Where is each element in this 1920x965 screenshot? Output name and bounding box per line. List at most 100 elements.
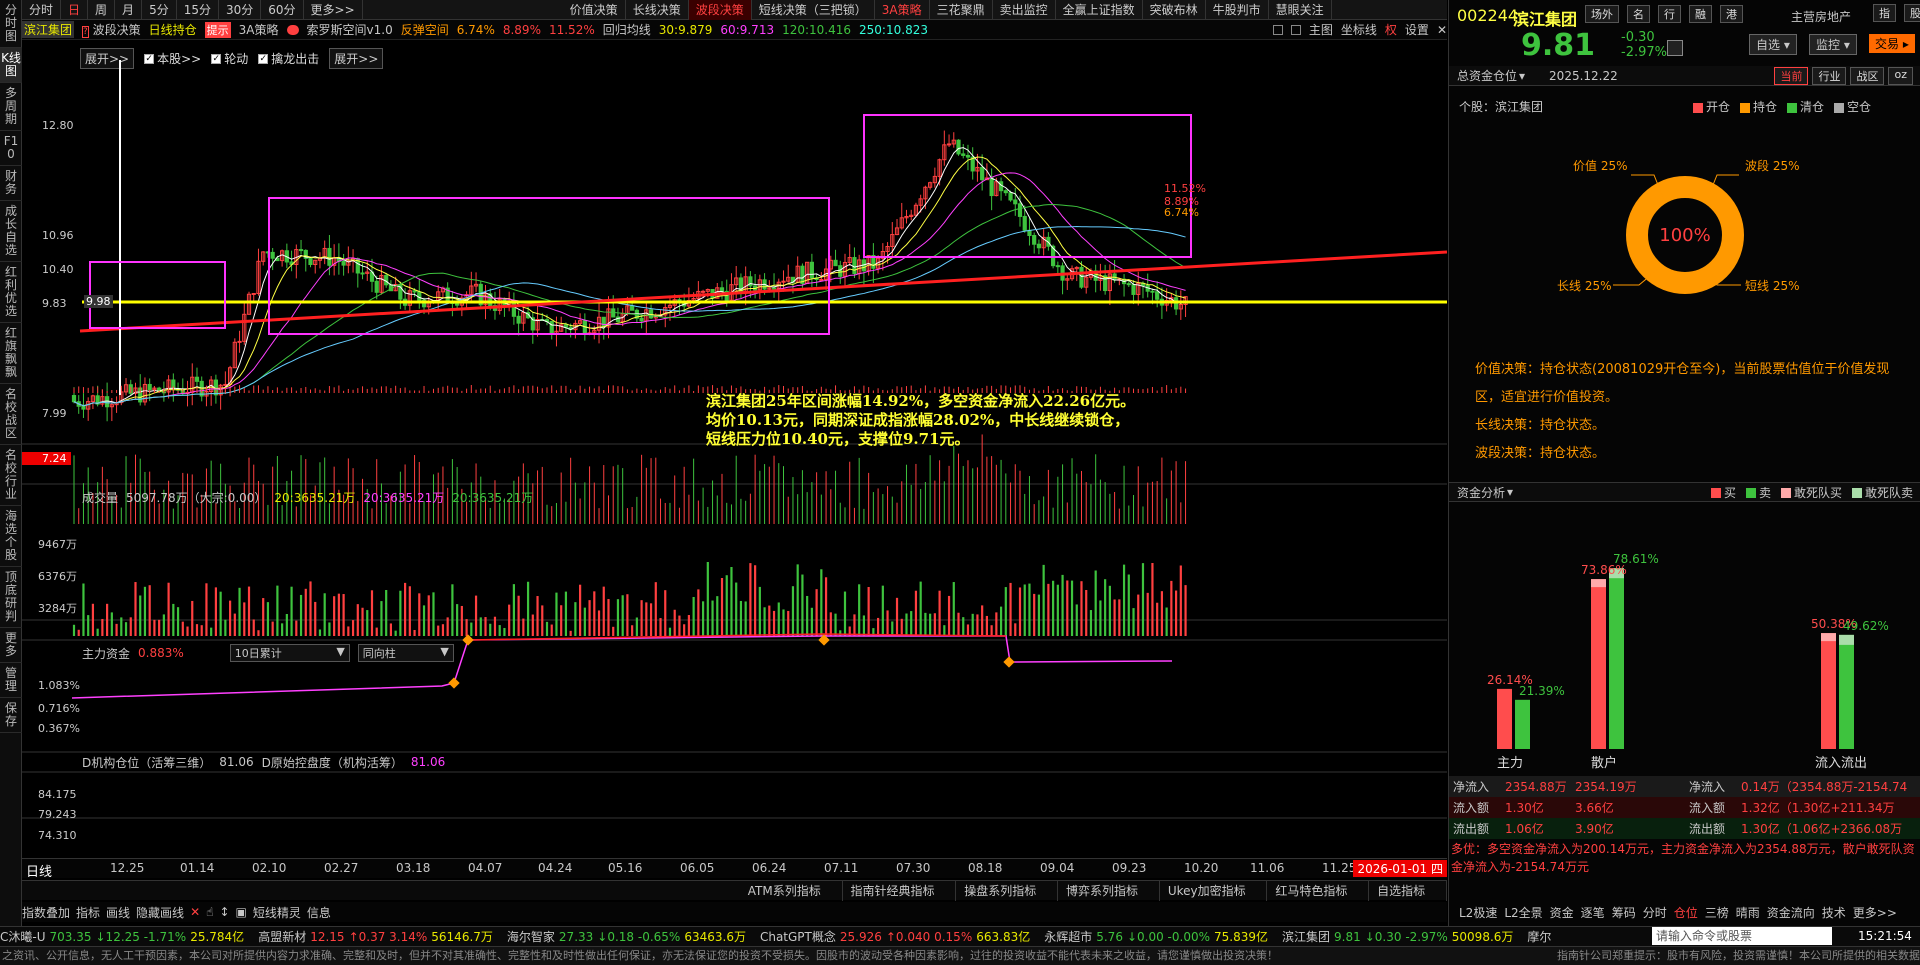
period-tab[interactable]: 更多>> [304,0,363,20]
hint-badge[interactable]: 提示 [204,21,231,38]
left-nav-item[interactable]: 财务 [0,166,22,201]
left-nav-item[interactable]: 多周期 [0,83,22,131]
strategy-tab[interactable]: 价值决策 [563,0,626,20]
close-icon[interactable]: ✕ [1437,23,1447,37]
trade-button[interactable]: 交易 ▸ [1869,34,1915,53]
left-nav-item[interactable]: 红利优选 [0,262,22,323]
coord-line-button[interactable]: 坐标线 [1341,21,1377,38]
strategy-tab[interactable]: 波段决策 [688,0,752,20]
left-nav-item[interactable]: K线图 [0,48,22,83]
strategy-tab[interactable]: 短线决策（三把锁） [752,0,875,20]
command-input[interactable]: 请输入命令或股票 [1652,927,1832,945]
fund-bar-dropdown[interactable]: 同向柱 ▼ [357,644,454,662]
right-bottom-tab[interactable]: 晴雨 [1736,904,1760,921]
ticker-item[interactable]: 海尔智家 27.33 ↓0.18 -0.65% 63463.6万 [507,928,746,945]
period-tab[interactable]: 5分 [142,0,177,20]
indicator-tab[interactable]: 自选指标 ▲ [1369,880,1448,918]
calendar-icon[interactable] [1667,40,1683,56]
strategy3a-label[interactable]: 3A策略 [239,21,279,38]
period-tab[interactable]: 15分 [177,0,219,20]
right-bottom-tab[interactable]: 逐笔 [1581,904,1605,921]
left-nav-item[interactable]: 成长自选 [0,201,22,262]
strategy-tab[interactable]: 慧眼关注 [1269,0,1332,20]
soros-label[interactable]: 索罗斯空间v1.0 [307,21,393,38]
left-nav-item[interactable]: 顶底研判 [0,567,22,628]
right-bottom-tab[interactable]: 资金流向 [1767,904,1815,921]
delete-icon[interactable]: ✕ [190,905,200,919]
daily-position-label[interactable]: 日线持仓 [149,21,197,38]
left-nav-item[interactable]: 保存 [0,698,22,733]
toolbar-item[interactable]: 隐藏画线 [136,904,184,921]
indicator-tab[interactable]: 指南针经典指标 ▲ [843,880,957,918]
indicator-tab[interactable]: 红马特色指标 ▲ [1267,880,1370,918]
right-bottom-tab[interactable]: 技术 [1822,904,1846,921]
ticker-item[interactable]: ChatGPT概念 25.926 ↑0.040 0.15% 663.83亿 [760,928,1030,945]
period-tab[interactable]: 日 [61,0,89,20]
header-right-button[interactable]: 股 [1904,4,1920,22]
inst-label[interactable]: D机构仓位（活筹三维） [82,754,211,771]
left-nav-item[interactable]: 海选个股 [0,506,22,567]
position-tab[interactable]: 行业 [1812,66,1847,85]
ticker-item[interactable]: C沐曦-U 703.35 ↓12.25 -1.71% 25.784亿 [0,928,244,945]
right-bottom-tab[interactable]: 分时 [1643,904,1667,921]
header-button[interactable]: 行 [1658,5,1681,23]
move-icon[interactable]: ↕ [219,905,229,919]
strategy-tab[interactable]: 牛股判市 [1206,0,1269,20]
position-tab[interactable]: oz [1888,66,1913,85]
toolbar-item[interactable]: 信息 [307,904,331,921]
lock-icon[interactable]: ▣ [236,905,247,919]
right-bottom-tab[interactable]: L2全景 [1504,904,1542,921]
right-bottom-tab[interactable]: 筹码 [1612,904,1636,921]
ticker-item[interactable]: 摩尔 [1527,928,1563,945]
left-nav-item[interactable]: 管理 [0,663,22,698]
left-nav-item[interactable]: 分时图 [0,0,22,48]
position-tab[interactable]: 当前 [1774,66,1809,85]
position-tab[interactable]: 战区 [1850,66,1885,85]
header-right-button[interactable]: 指 [1873,4,1896,22]
right-bottom-tab[interactable]: 资金 [1550,904,1574,921]
fund-analysis-title[interactable]: 资金分析 [1457,484,1505,501]
indicator-tab[interactable]: Ukey加密指标 ▲ [1160,880,1268,918]
position-title[interactable]: 总资金仓位 [1457,67,1517,84]
indicator-tab[interactable]: ATM系列指标 ▲ [740,880,843,918]
period-tab[interactable]: 30分 [219,0,262,20]
strategy-tab[interactable]: 全赢上证指数 [1056,0,1143,20]
fund-label[interactable]: 主力资金 [82,645,130,662]
fund-accum-dropdown[interactable]: 10日累计 ▼ [229,644,350,662]
toolbar-item[interactable]: 短线精灵 [253,904,301,921]
strategy-tab[interactable]: 三花聚鼎 [930,0,993,20]
period-tab[interactable]: 60分 [261,0,304,20]
right-bottom-tab[interactable]: 仓位 [1674,904,1698,921]
left-nav-item[interactable]: 红旗飘飘 [0,323,22,384]
indicator-tab[interactable]: 博弈系列指标 ▲ [1058,880,1160,918]
stock-name-label[interactable]: 滨江集团 [22,21,75,38]
inst-label-2[interactable]: D原始控盘度（机构活筹） [262,754,403,771]
indicator-tab[interactable]: 操盘系列指标 ▲ [956,880,1059,918]
left-nav-item[interactable]: 更多 [0,628,22,663]
right-bottom-tab[interactable]: 更多>> [1853,904,1897,921]
left-nav-item[interactable]: 名校行业 [0,445,22,506]
header-button[interactable]: 名 [1627,5,1650,23]
strategy-tab[interactable]: 突破布林 [1143,0,1206,20]
header-button[interactable]: 融 [1689,5,1712,23]
period-tab[interactable]: 月 [115,0,143,20]
hand-icon[interactable]: ☝ [206,905,213,919]
period-tab[interactable]: 周 [88,0,116,20]
ticker-item[interactable]: 永辉超市 5.76 ↓0.00 -0.00% 75.839亿 [1044,928,1268,945]
strategy-tab[interactable]: 卖出监控 [993,0,1056,20]
strategy-tab[interactable]: 长线决策 [626,0,689,20]
period-tab[interactable]: 分时 [22,0,62,20]
eye-icon[interactable] [286,24,299,35]
header-button[interactable]: 港 [1720,5,1743,23]
ticker-item[interactable]: 高盟新材 12.15 ↑0.37 3.14% 56146.7万 [258,928,493,945]
main-chart-button[interactable]: 主图 [1309,21,1333,38]
ticker-item[interactable]: 滨江集团 9.81 ↓0.30 -2.97% 50098.6万 [1282,928,1513,945]
right-bottom-tab[interactable]: 三榜 [1705,904,1729,921]
watchlist-button[interactable]: 自选 ▾ [1749,34,1797,55]
monitor-button[interactable]: 监控 ▾ [1809,34,1857,55]
left-nav-item[interactable]: F10 [0,131,22,166]
minus-icon[interactable] [1290,24,1301,35]
right-bottom-tab[interactable]: L2极速 [1459,904,1497,921]
left-nav-item[interactable]: 名校战区 [0,384,22,445]
strategy-tab[interactable]: 3A策略 [875,0,930,20]
